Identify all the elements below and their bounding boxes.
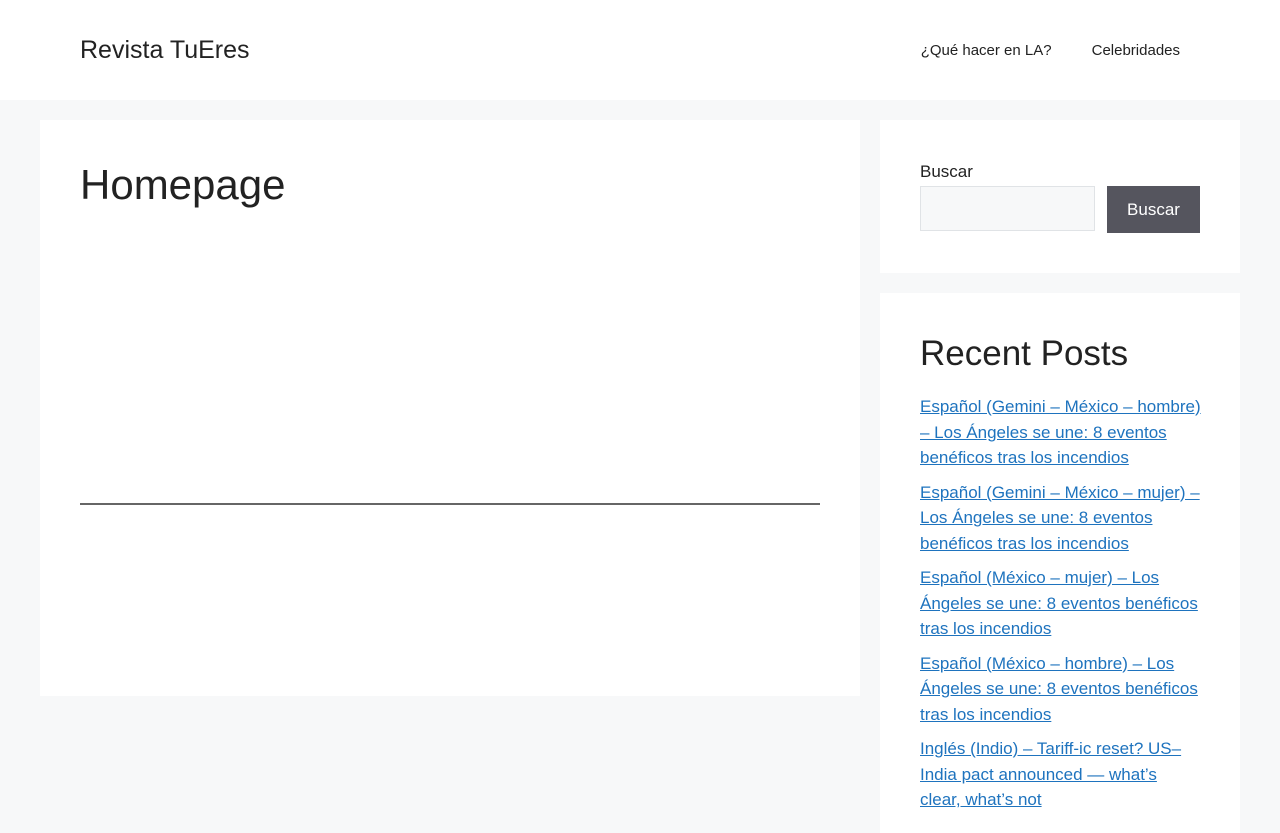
list-item: Español (México – hombre) – Los Ángeles … [920, 651, 1202, 728]
recent-posts-list: Español (Gemini – México – hombre) – Los… [920, 394, 1202, 822]
list-item: Inglés (Indio) – Tariff-ic reset? US–Ind… [920, 736, 1202, 813]
nav-item-celebridades[interactable]: Celebridades [1072, 42, 1200, 59]
recent-post-link[interactable]: Español (México – mujer) – Los Ángeles s… [920, 568, 1198, 638]
list-item: Español (Gemini – México – hombre) – Los… [920, 394, 1202, 471]
recent-post-link[interactable]: Inglés (Indio) – Tariff-ic reset? US–Ind… [920, 739, 1181, 809]
recent-posts-title: Recent Posts [920, 334, 1129, 373]
search-input[interactable] [920, 186, 1095, 231]
search-widget: Buscar Buscar [880, 120, 1240, 273]
main-content: Homepage [40, 120, 860, 696]
site-title-link[interactable]: Revista TuEres [80, 34, 250, 66]
content-separator [80, 503, 820, 505]
recent-post-link[interactable]: Español (México – hombre) – Los Ángeles … [920, 654, 1198, 724]
recent-posts-widget: Recent Posts Español (Gemini – México – … [880, 293, 1240, 833]
list-item: Español (Gemini – México – mujer) – Los … [920, 480, 1202, 557]
list-item: Español (México – mujer) – Los Ángeles s… [920, 565, 1202, 642]
search-button[interactable]: Buscar [1107, 186, 1200, 233]
main-navigation: ¿Qué hacer en LA? Celebridades [901, 0, 1200, 100]
recent-post-link[interactable]: Español (Gemini – México – hombre) – Los… [920, 397, 1201, 467]
nav-item-que-hacer-en-la[interactable]: ¿Qué hacer en LA? [901, 42, 1072, 59]
recent-post-link[interactable]: Español (Gemini – México – mujer) – Los … [920, 483, 1200, 553]
site-header: Revista TuEres ¿Qué hacer en LA? Celebri… [0, 0, 1280, 100]
page-title: Homepage [80, 161, 286, 208]
search-label: Buscar [920, 162, 973, 181]
